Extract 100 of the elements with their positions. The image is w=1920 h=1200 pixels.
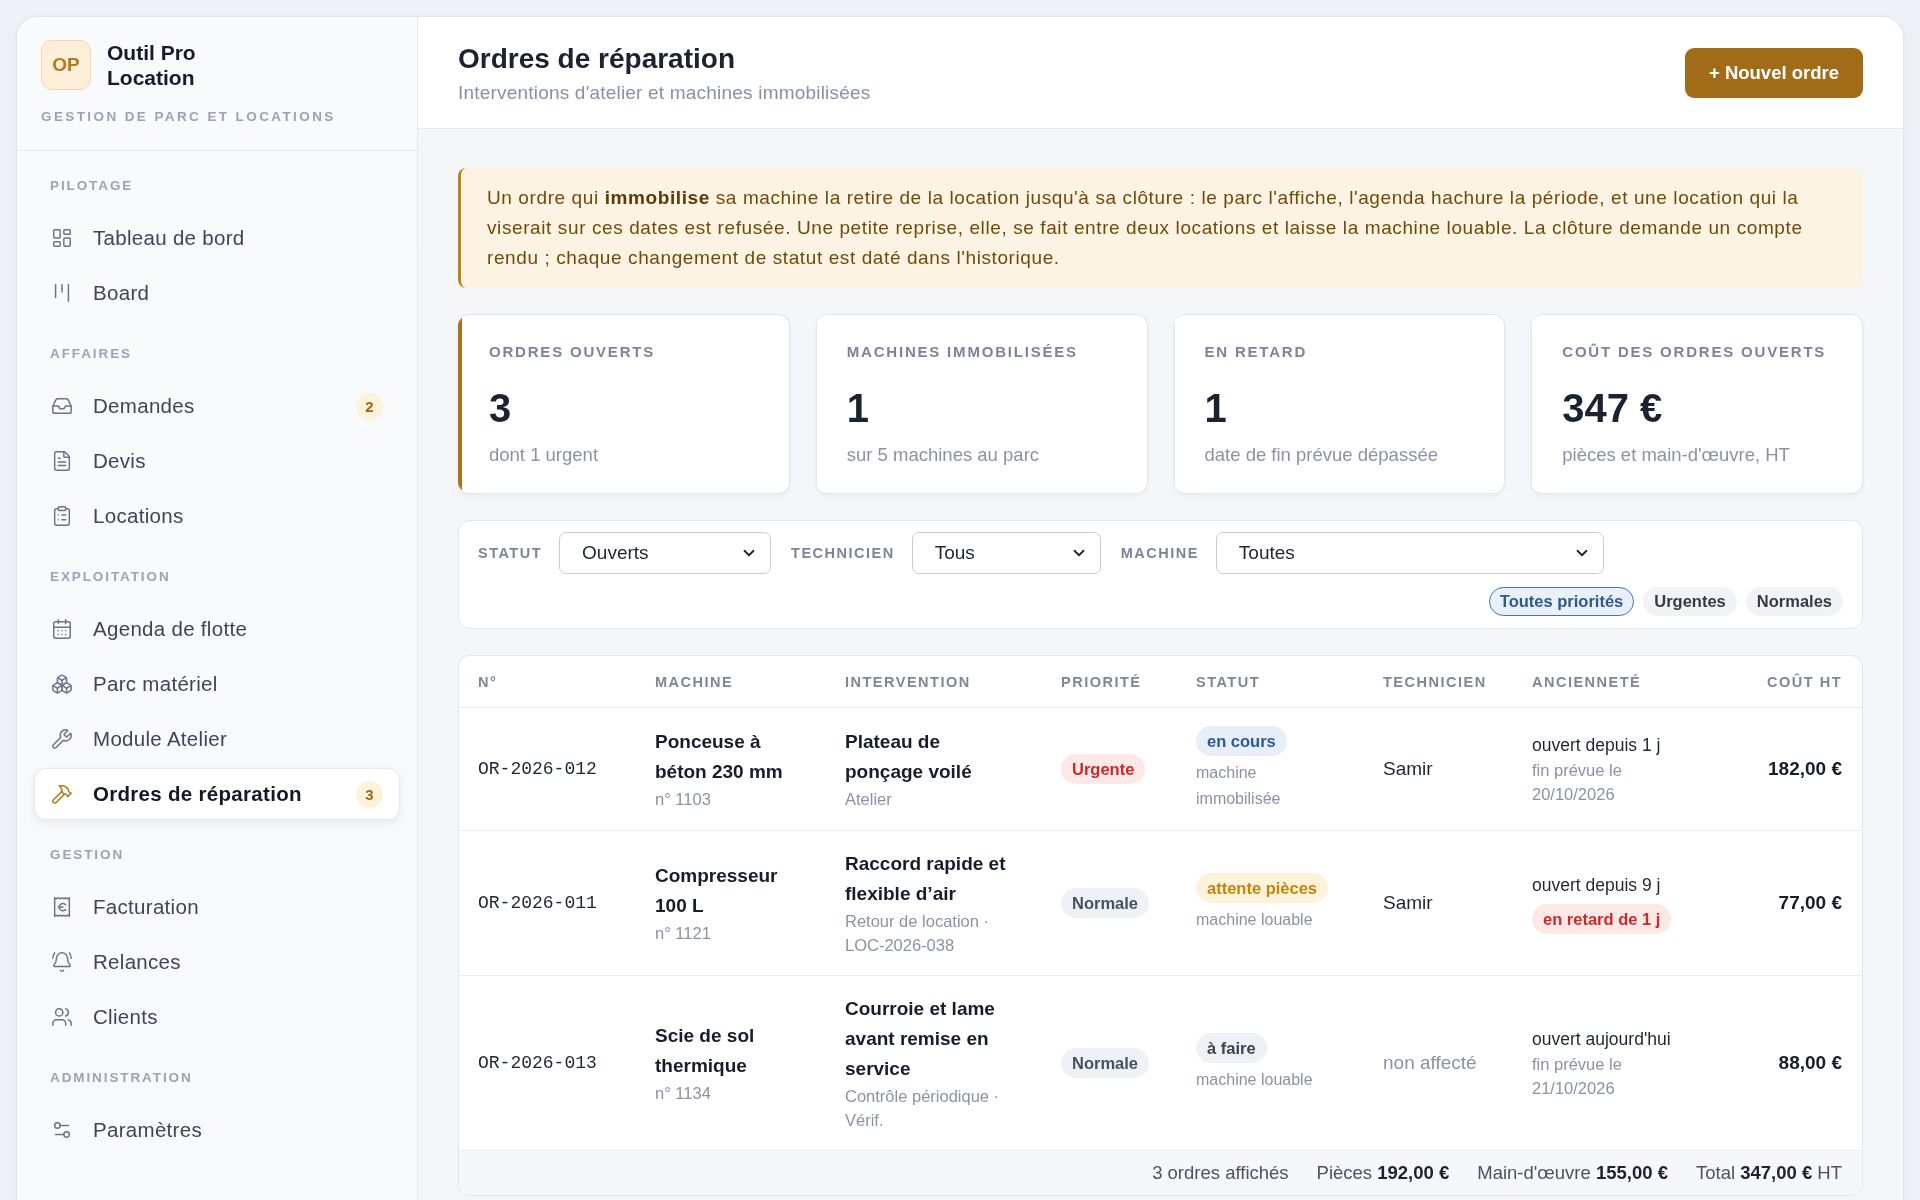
stat-label: MACHINES IMMOBILISÉES [846, 342, 1078, 362]
wrench-icon [51, 728, 73, 750]
column-header: STATUT [1196, 673, 1261, 690]
column-header: TECHNICIEN [1383, 673, 1487, 690]
order-cost: 88,00 € [1778, 1052, 1842, 1074]
brand-tagline: GESTION DE PARC ET LOCATIONS [41, 108, 336, 126]
order-cost: 182,00 € [1768, 758, 1842, 780]
priority-tag: Urgente [1061, 754, 1146, 784]
stat-note: pièces et main-d'œuvre, HT [1562, 443, 1790, 467]
filter-dropdown[interactable]: Toutes [1215, 532, 1604, 574]
stat-value: 347 € [1562, 385, 1663, 432]
status-note: machine louable [1196, 910, 1313, 930]
bell-icon [51, 951, 73, 973]
inbox-icon [51, 395, 73, 417]
status-tag: à faire [1196, 1033, 1267, 1063]
filter-dropdown[interactable]: Tous [911, 532, 1101, 574]
clipboard-icon [51, 505, 73, 527]
dashboard-icon [51, 227, 73, 249]
stat-value: 3 [489, 385, 512, 432]
item-count: 3 [356, 780, 383, 808]
nav-item[interactable]: Relances [34, 936, 400, 988]
order-number: OR-2026-013 [478, 1053, 597, 1073]
nav-item[interactable]: Parc matériel [34, 658, 400, 710]
stat-label: EN RETARD [1204, 342, 1308, 362]
nav-item[interactable]: Board [34, 267, 400, 319]
nav-item[interactable]: Demandes 2 [34, 380, 400, 432]
machine-name: Ponceuse à béton 230 mm [655, 730, 784, 784]
page-subtitle: Interventions d'atelier et machines immobilisées [458, 81, 871, 104]
priority-tag: Normale [1061, 1048, 1150, 1078]
boxes-icon [51, 673, 73, 695]
due-date: fin prévue le 20/10/2026 [1532, 760, 1623, 805]
column-header: COÛT HT [1767, 673, 1842, 690]
item-count: 2 [356, 392, 383, 420]
priority-filter[interactable]: Normales [1745, 587, 1843, 616]
stat-note: sur 5 machines au parc [846, 443, 1040, 467]
summary-text: 3 ordres affichés [1152, 1162, 1289, 1184]
calendar-icon [51, 618, 73, 640]
nav-section-label: ADMINISTRATION [50, 1069, 193, 1087]
machine-name: Scie de sol thermique [655, 1024, 756, 1078]
overdue-tag: en retard de 1 j [1532, 904, 1672, 934]
machine-ref: n° 1121 [655, 923, 711, 944]
due-date: fin prévue le 21/10/2026 [1532, 1054, 1623, 1099]
order-cost: 77,00 € [1778, 892, 1842, 914]
technician-name: Samir [1383, 892, 1433, 914]
intervention-title: Courroie et lame avant remise en service [845, 997, 996, 1081]
nav-item[interactable]: Locations [34, 490, 400, 542]
new-order-button[interactable]: + Nouvel ordre [1684, 47, 1863, 98]
status-tag: en cours [1196, 726, 1287, 756]
filter-dropdown[interactable]: Ouverts [559, 532, 772, 574]
nav-item[interactable]: Facturation [34, 881, 400, 933]
priority-tag: Normale [1061, 888, 1150, 918]
stat-value: 1 [846, 385, 869, 432]
machine-ref: n° 1103 [655, 789, 711, 810]
status-note: machine louable [1196, 1070, 1313, 1090]
column-header: INTERVENTION [845, 673, 971, 690]
nav-item[interactable]: Ordres de réparation 3 [34, 768, 400, 820]
nav-item[interactable]: Clients [34, 991, 400, 1043]
stat-note: date de fin prévue dépassée [1204, 443, 1438, 467]
summary-text: Total 347,00 € HT [1695, 1162, 1842, 1184]
summary-text: Main-d'œuvre 155,00 € [1477, 1162, 1668, 1184]
nav-section-label: PILOTAGE [50, 177, 134, 195]
technician-name: non affecté [1383, 1052, 1477, 1074]
nav-item[interactable]: Module Atelier [34, 713, 400, 765]
priority-filter[interactable]: Toutes priorités [1488, 587, 1635, 616]
nav-item[interactable]: Devis [34, 435, 400, 487]
technician-name: Samir [1383, 758, 1433, 780]
info-notice: Un ordre qui immobilise sa machine la retire de la location jusqu'à sa clôture : le parc l'affiche, l'agenda hachure la période, et une location qui la viserait sur ces dates est refusée. Une petite reprise, elle, se fait entre deux locations et laisse la machine louable. La clôture demande un compte rendu ; chaque changement de statut est daté dans l'historique. [458, 168, 1863, 288]
page-title: Ordres de réparation [458, 41, 735, 76]
intervention-title: Raccord rapide et flexible d’air [845, 852, 1007, 906]
nav-item[interactable]: Paramètres [34, 1104, 400, 1156]
intervention-title: Plateau de ponçage voilé [845, 730, 973, 784]
opened-since: ouvert depuis 1 j [1532, 734, 1661, 757]
brand-logo: OP [41, 40, 91, 90]
opened-since: ouvert aujourd'hui [1532, 1028, 1671, 1051]
filter-label: MACHINE [1120, 545, 1199, 561]
machine-ref: n° 1134 [655, 1083, 711, 1104]
nav-item[interactable]: Agenda de flotte [34, 603, 400, 655]
sliders-icon [51, 1119, 73, 1141]
status-tag: attente pièces [1196, 873, 1329, 903]
column-header: PRIORITÉ [1061, 673, 1142, 690]
users-icon [51, 1006, 73, 1028]
stat-label: ORDRES OUVERTS [489, 342, 656, 362]
filter-label: STATUT [478, 545, 543, 561]
nav-section-label: GESTION [50, 846, 125, 864]
document-icon [51, 450, 73, 472]
brand-name: Outil Pro Location [107, 40, 197, 90]
order-number: OR-2026-012 [478, 759, 597, 779]
machine-name: Compresseur 100 L [655, 864, 779, 918]
nav-item[interactable]: Tableau de bord [34, 212, 400, 264]
priority-filter[interactable]: Urgentes [1643, 587, 1737, 616]
hammer-icon [51, 783, 73, 805]
euro-receipt-icon [51, 896, 73, 918]
nav-section-label: AFFAIRES [50, 345, 132, 363]
filter-label: TECHNICIEN [791, 545, 895, 561]
opened-since: ouvert depuis 9 j [1532, 874, 1661, 897]
column-header: ANCIENNETÉ [1532, 673, 1642, 690]
status-note: machine immobilisée [1196, 763, 1282, 809]
column-header: N° [478, 673, 498, 690]
stat-value: 1 [1204, 385, 1227, 432]
stat-note: dont 1 urgent [489, 443, 599, 467]
